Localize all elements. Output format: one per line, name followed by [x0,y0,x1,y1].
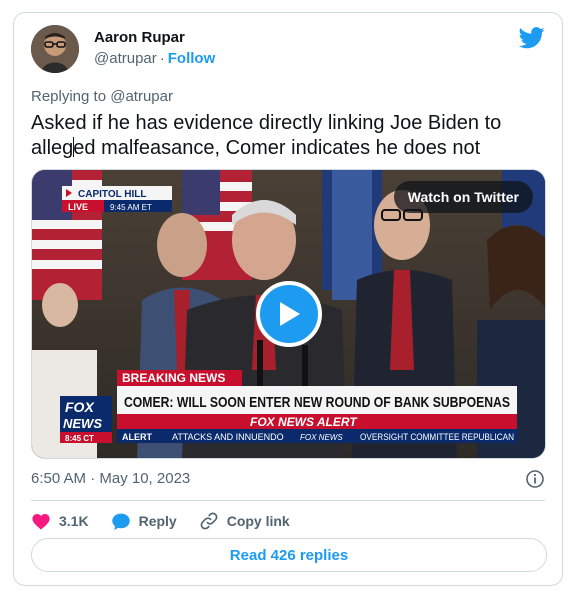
like-count: 3.1K [59,513,89,529]
live-time: 9:45 AM ET [110,203,152,212]
ticker-item-1: ATTACKS AND INNUENDO [172,432,284,442]
headline: COMER: WILL SOON ENTER NEW ROUND OF BANK… [124,394,510,411]
video-thumbnail[interactable]: CAPITOL HILL LIVE 9:45 AM ET BREAKING NE… [31,169,546,459]
logo-line2: NEWS [63,416,102,431]
author-avatar[interactable] [31,25,79,73]
copy-link-label: Copy link [226,513,290,529]
play-icon [280,302,300,326]
copy-link-button[interactable]: Copy link [199,511,290,531]
tweet-text-part2: ed malfeasance, Comer indicates he does … [73,137,481,159]
info-icon[interactable] [525,469,545,489]
watch-on-twitter-button[interactable]: Watch on Twitter [393,181,533,213]
author-handle[interactable]: @atrupar [94,50,157,67]
ticker-brand: FOX NEWS [300,433,343,442]
author-name[interactable]: Aaron Rupar [94,29,185,46]
action-bar: 3.1K Reply Copy link [31,509,312,533]
logo-line1: FOX [65,399,95,415]
reply-label: Reply [138,513,177,529]
tweet-text: Asked if he has evidence directly linkin… [31,111,541,161]
live-label: LIVE [68,202,88,212]
follow-button[interactable]: Follow [168,50,216,67]
twitter-bird-icon[interactable] [519,27,545,49]
divider [31,500,545,501]
ticker-item-2: OVERSIGHT COMMITTEE REPUBLICAN [360,432,514,442]
read-replies-button[interactable]: Read 426 replies [31,538,547,572]
location-label: CAPITOL HILL [78,189,147,200]
avatar-image [31,25,79,73]
alert-banner: FOX NEWS ALERT [250,415,358,429]
fox-news-logo: FOX NEWS 8:45 CT [60,396,112,443]
speech-bubble-icon [111,513,130,530]
reply-prefix: Replying to [31,88,107,105]
reply-handle-link[interactable]: @atrupar [110,88,173,105]
play-button[interactable] [256,281,322,347]
author-handle-row: @atrupar · Follow [94,50,215,67]
separator-dot: · [159,50,165,67]
breaking-news-label: BREAKING NEWS [122,371,225,385]
capitol-hill-bug: CAPITOL HILL LIVE 9:45 AM ET [62,186,172,212]
clock-label: 8:45 CT [65,434,94,443]
link-icon [200,512,218,530]
reply-context: Replying to @atrupar [31,88,173,105]
tweet-card: Aaron Rupar @atrupar · Follow Replying to … [13,12,563,586]
reply-button[interactable]: Reply [111,512,177,531]
heart-icon [32,514,50,530]
alert-tag: ALERT [122,432,152,442]
tweet-timestamp[interactable]: 6:50 AM · May 10, 2023 [31,470,190,487]
like-button[interactable]: 3.1K [31,512,89,530]
